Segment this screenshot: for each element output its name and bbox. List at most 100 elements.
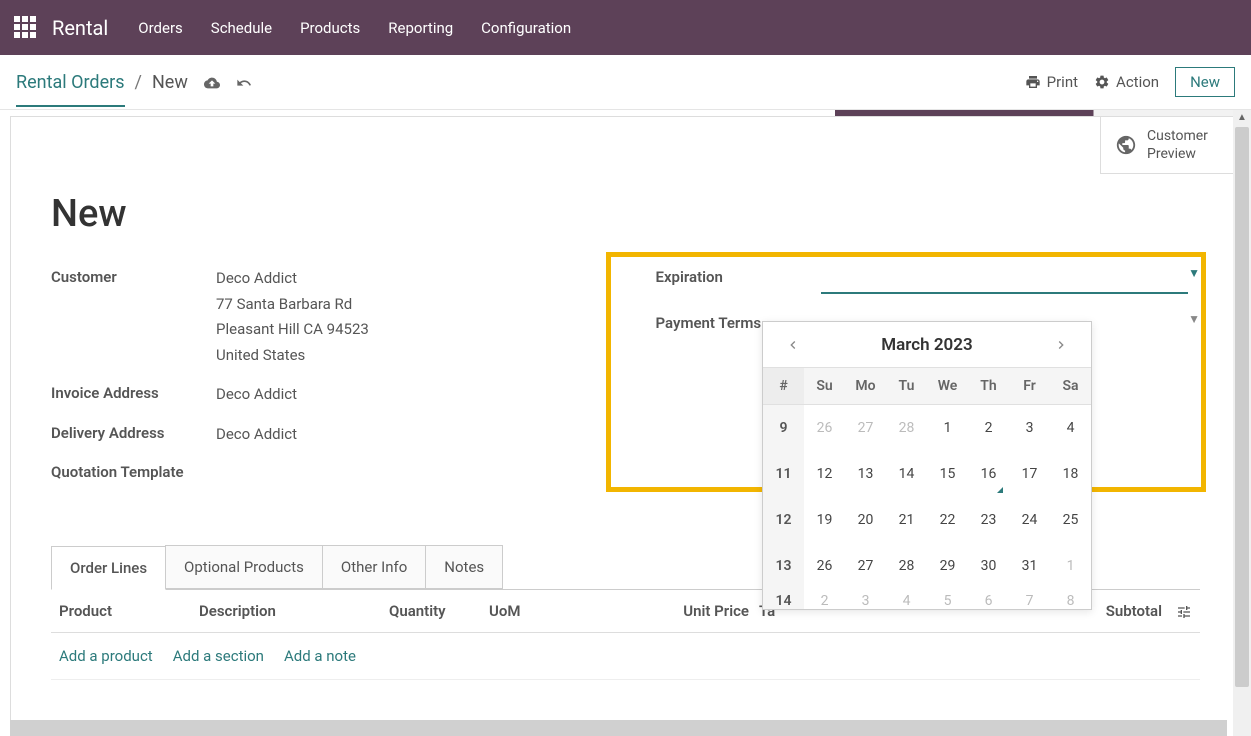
calendar-week-number: 14 xyxy=(763,589,804,609)
calendar-week-number: 11 xyxy=(763,451,804,497)
calendar-title[interactable]: March 2023 xyxy=(881,335,972,355)
value-customer[interactable]: Deco Addict 77 Santa Barbara Rd Pleasant… xyxy=(216,266,369,368)
breadcrumb-root[interactable]: Rental Orders xyxy=(16,72,125,107)
calendar-day[interactable]: 1 xyxy=(927,405,968,452)
th-uom: UoM xyxy=(489,602,649,620)
calendar-day[interactable]: 20 xyxy=(845,497,886,543)
calendar-next-icon[interactable] xyxy=(1045,334,1077,355)
calendar-day[interactable]: 27 xyxy=(845,405,886,452)
calendar-day[interactable]: 4 xyxy=(1050,405,1091,452)
left-column: Customer Deco Addict 77 Santa Barbara Rd… xyxy=(51,266,596,495)
nav-configuration[interactable]: Configuration xyxy=(481,19,571,37)
calendar-day[interactable]: 26 xyxy=(804,543,845,589)
new-button[interactable]: New xyxy=(1175,67,1235,97)
label-expiration: Expiration xyxy=(656,266,821,286)
calendar-day[interactable]: 13 xyxy=(845,451,886,497)
calendar-day[interactable]: 12 xyxy=(804,451,845,497)
nav-schedule[interactable]: Schedule xyxy=(211,19,272,37)
action-label: Action xyxy=(1116,73,1159,91)
globe-icon xyxy=(1115,134,1137,156)
label-invoice-address: Invoice Address xyxy=(51,382,216,402)
payment-terms-input[interactable] xyxy=(821,312,1189,320)
value-delivery-address[interactable]: Deco Addict xyxy=(216,422,297,448)
add-section-link[interactable]: Add a section xyxy=(173,647,264,665)
calendar-week-number: 13 xyxy=(763,543,804,589)
th-product: Product xyxy=(59,602,199,620)
calendar-day[interactable]: 16 xyxy=(968,451,1009,497)
calendar-day[interactable]: 2 xyxy=(804,589,845,609)
tab-other-info[interactable]: Other Info xyxy=(322,545,426,589)
print-icon xyxy=(1025,74,1041,90)
gear-icon xyxy=(1094,74,1110,90)
caret-down-icon[interactable]: ▼ xyxy=(1188,312,1200,326)
th-unit-price: Unit Price xyxy=(649,602,749,620)
brand-title[interactable]: Rental xyxy=(52,16,108,40)
calendar-day[interactable]: 24 xyxy=(1009,497,1050,543)
scrollbar-thumb[interactable] xyxy=(1235,127,1249,687)
calendar-day[interactable]: 25 xyxy=(1050,497,1091,543)
calendar-day[interactable]: 7 xyxy=(1009,589,1050,609)
preview-line1: Customer xyxy=(1147,127,1208,145)
label-customer: Customer xyxy=(51,266,216,286)
calendar-day[interactable]: 19 xyxy=(804,497,845,543)
label-quotation-template: Quotation Template xyxy=(51,461,216,481)
calendar-day[interactable]: 30 xyxy=(968,543,1009,589)
tab-optional-products[interactable]: Optional Products xyxy=(165,545,323,589)
calendar-day[interactable]: 29 xyxy=(927,543,968,589)
calendar-day[interactable]: 6 xyxy=(968,589,1009,609)
table-row-actions: Add a product Add a section Add a note xyxy=(51,633,1200,680)
calendar-day[interactable]: 1 xyxy=(1050,543,1091,589)
calendar-day[interactable]: 31 xyxy=(1009,543,1050,589)
print-button[interactable]: Print xyxy=(1025,73,1078,91)
caret-down-icon[interactable]: ▼ xyxy=(1188,266,1200,280)
apps-icon[interactable] xyxy=(14,16,38,40)
nav-orders[interactable]: Orders xyxy=(138,19,183,37)
calendar-day[interactable]: 28 xyxy=(886,543,927,589)
calendar-day[interactable]: 3 xyxy=(845,589,886,609)
th-quantity: Quantity xyxy=(389,602,489,620)
breadcrumb-bar: Rental Orders / New Print Action New xyxy=(0,55,1251,110)
calendar-week-number: 12 xyxy=(763,497,804,543)
tab-order-lines[interactable]: Order Lines xyxy=(51,546,166,590)
add-product-link[interactable]: Add a product xyxy=(59,647,153,665)
th-subtotal: Subtotal xyxy=(1106,602,1162,620)
expiration-input[interactable] xyxy=(821,266,1189,294)
undo-icon[interactable] xyxy=(236,73,252,92)
calendar-day[interactable]: 23 xyxy=(968,497,1009,543)
calendar-day-header: Sa xyxy=(1050,368,1091,405)
value-invoice-address[interactable]: Deco Addict xyxy=(216,382,297,408)
add-note-link[interactable]: Add a note xyxy=(284,647,356,665)
action-button[interactable]: Action xyxy=(1094,73,1159,91)
calendar-day[interactable]: 15 xyxy=(927,451,968,497)
tab-notes[interactable]: Notes xyxy=(425,545,503,589)
calendar-day-header: We xyxy=(927,368,968,405)
calendar-day[interactable]: 18 xyxy=(1050,451,1091,497)
breadcrumb-current: New xyxy=(152,72,188,93)
print-label: Print xyxy=(1047,73,1078,91)
adjust-columns-icon[interactable] xyxy=(1162,602,1192,620)
vertical-scrollbar[interactable]: ▲ xyxy=(1233,110,1251,736)
label-delivery-address: Delivery Address xyxy=(51,422,216,442)
th-description: Description xyxy=(199,602,389,620)
calendar-day[interactable]: 28 xyxy=(886,405,927,452)
calendar-day[interactable]: 4 xyxy=(886,589,927,609)
cloud-upload-icon[interactable] xyxy=(204,73,220,92)
calendar-day[interactable]: 17 xyxy=(1009,451,1050,497)
calendar-day[interactable]: 3 xyxy=(1009,405,1050,452)
calendar-day[interactable]: 26 xyxy=(804,405,845,452)
scrollbar-up-icon[interactable]: ▲ xyxy=(1233,110,1251,125)
nav-reporting[interactable]: Reporting xyxy=(388,19,453,37)
nav-products[interactable]: Products xyxy=(300,19,360,37)
calendar-day[interactable]: 14 xyxy=(886,451,927,497)
calendar-day[interactable]: 5 xyxy=(927,589,968,609)
customer-preview-button[interactable]: Customer Preview xyxy=(1100,117,1240,174)
calendar-day-header: Th xyxy=(968,368,1009,405)
calendar-day[interactable]: 2 xyxy=(968,405,1009,452)
calendar-day[interactable]: 21 xyxy=(886,497,927,543)
calendar-day[interactable]: 27 xyxy=(845,543,886,589)
horizontal-scrollbar[interactable] xyxy=(10,720,1227,736)
calendar-prev-icon[interactable] xyxy=(777,334,809,355)
calendar-day[interactable]: 8 xyxy=(1050,589,1091,609)
calendar-day[interactable]: 22 xyxy=(927,497,968,543)
breadcrumb-separator: / xyxy=(135,72,142,93)
